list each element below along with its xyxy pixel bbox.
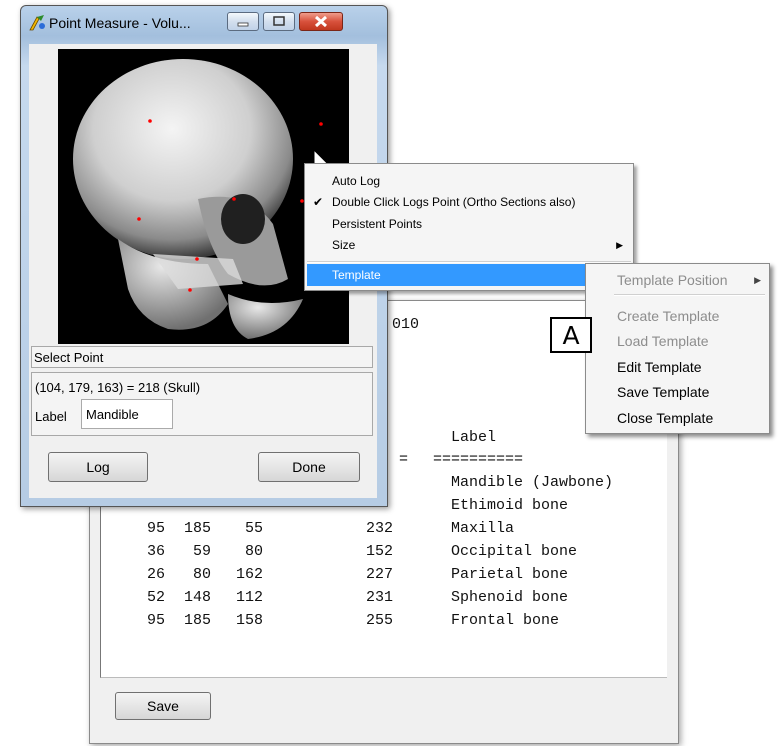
log-cell-y: 185 [183,520,211,537]
log-header-partial: 010 [392,316,420,333]
log-cell-z: 162 [235,566,263,583]
maximize-icon [273,16,285,26]
log-row-label: Frontal bone [451,612,560,629]
menu-item-label: Persistent Points [332,217,423,231]
log-cell-x: 52 [146,589,165,606]
log-cell-x: 36 [146,543,165,560]
menu-item-label: Size [332,238,356,252]
log-row-label: Sphenoid bone [451,589,569,606]
close-icon [314,15,328,28]
done-button[interactable]: Done [258,452,360,482]
menu-separator [307,261,631,263]
log-cell-value: 227 [366,566,394,583]
log-rule-left: = [399,451,409,468]
log-row-label: Mandible (Jawbone) [451,474,614,491]
log-row-label: Occipital bone [451,543,578,560]
log-cell-y: 80 [192,566,211,583]
log-cell-y: 148 [183,589,211,606]
menu-item-template[interactable]: Template [307,264,631,286]
maximize-button[interactable] [263,12,295,31]
minimize-icon [237,22,249,27]
select-point-panel: Select Point [31,346,373,368]
log-cell-z: 80 [244,543,263,560]
log-cell-value: 152 [366,543,394,560]
menu-separator [614,294,765,296]
point-info-panel: (104, 179, 163) = 218 (Skull) Label [31,372,373,436]
log-cell-value: 231 [366,589,394,606]
label-caption: Label [35,409,67,424]
coordinates-readout: (104, 179, 163) = 218 (Skull) [35,380,201,395]
log-cell-x: 95 [146,520,165,537]
log-cell-x: 26 [146,566,165,583]
submenu-item-create-template[interactable]: Create Template [617,308,719,324]
save-button[interactable]: Save [115,692,211,720]
log-button[interactable]: Log [48,452,148,482]
log-cell-value: 232 [366,520,394,537]
submenu-arrow-icon: ▶ [616,240,623,250]
minimize-button[interactable] [227,12,259,31]
menu-item-label: Auto Log [332,174,381,188]
log-row-label: Ethimoid bone [451,497,569,514]
menu-item-label: Double Click Logs Point (Ortho Sections … [332,195,576,209]
submenu-item-load-template[interactable]: Load Template [617,333,709,349]
log-cell-y: 59 [192,543,211,560]
callout-label: A [550,317,592,353]
select-point-label: Select Point [34,350,104,365]
log-cell-z: 112 [235,589,263,606]
submenu-item-label: Template Position [617,272,728,288]
menu-item-label: Template [332,268,381,282]
log-label-header: Label [451,429,497,446]
app-icon [29,15,45,31]
log-row-label: Parietal bone [451,566,569,583]
close-button[interactable] [299,12,343,31]
log-cell-y: 185 [183,612,211,629]
window-title: Point Measure - Volu... [49,15,191,31]
template-submenu: Template Position ▶ Create Template Load… [585,263,770,434]
log-row-label: Maxilla [451,520,515,537]
submenu-item-close-template[interactable]: Close Template [617,410,713,426]
log-rule: ========== [433,451,524,468]
submenu-item-save-template[interactable]: Save Template [617,384,709,400]
log-cell-z: 55 [244,520,263,537]
log-cell-x: 95 [146,612,165,629]
submenu-item-edit-template[interactable]: Edit Template [617,359,702,375]
log-cell-z: 158 [235,612,263,629]
log-cell-value: 255 [366,612,394,629]
label-input[interactable] [81,399,173,429]
checkmark-icon: ✔ [313,195,324,209]
submenu-arrow-icon: ▶ [754,275,761,285]
